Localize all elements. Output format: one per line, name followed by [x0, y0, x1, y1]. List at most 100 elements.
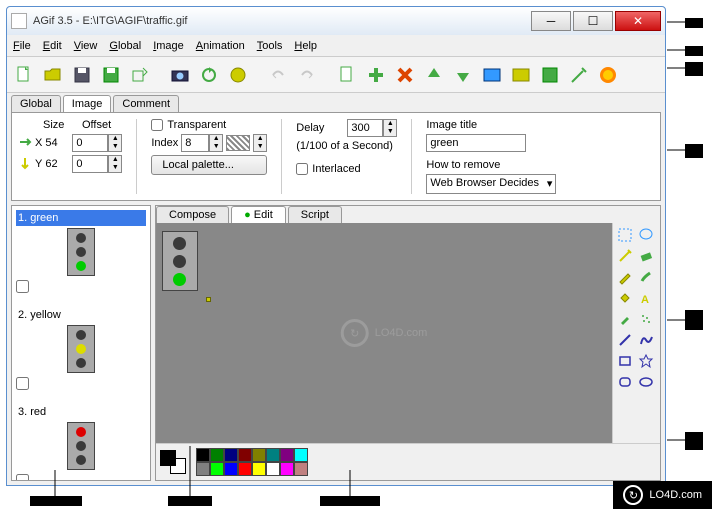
resize-handle[interactable]	[206, 297, 211, 302]
line-tool-icon[interactable]	[615, 330, 635, 350]
tab-compose[interactable]: Compose	[156, 206, 229, 223]
optimize-icon[interactable]	[537, 62, 563, 88]
offset-x-stepper[interactable]: ▲▼	[72, 134, 122, 152]
tab-edit[interactable]: ● Edit	[231, 206, 286, 223]
color-swatch[interactable]	[210, 462, 224, 476]
undo-icon[interactable]	[265, 62, 291, 88]
preview-icon[interactable]	[479, 62, 505, 88]
color-swatch[interactable]	[252, 448, 266, 462]
save-icon[interactable]	[69, 62, 95, 88]
frame-checkbox[interactable]	[16, 377, 29, 390]
brush-tool-icon[interactable]	[636, 267, 656, 287]
camera-icon[interactable]	[167, 62, 193, 88]
browser-icon[interactable]	[508, 62, 534, 88]
color-swatch[interactable]	[252, 462, 266, 476]
wizard-icon[interactable]	[566, 62, 592, 88]
offset-y-stepper[interactable]: ▲▼	[72, 155, 122, 173]
transparent-checkbox[interactable]	[151, 119, 163, 131]
move-down-icon[interactable]	[450, 62, 476, 88]
save-as-icon[interactable]	[98, 62, 124, 88]
eraser-tool-icon[interactable]	[636, 246, 656, 266]
color-swatch[interactable]	[266, 462, 280, 476]
frame-thumb	[67, 228, 95, 276]
frame-thumb	[67, 422, 95, 470]
color-swatch[interactable]	[196, 448, 210, 462]
y-value: 62	[45, 158, 69, 170]
tab-image[interactable]: Image	[63, 95, 112, 112]
canvas-sprite[interactable]	[162, 229, 198, 293]
move-up-icon[interactable]	[421, 62, 447, 88]
index-stepper[interactable]: ▲▼	[181, 134, 223, 152]
pattern-preview[interactable]	[226, 135, 250, 151]
menu-help[interactable]: Help	[294, 40, 317, 52]
delete-icon[interactable]	[392, 62, 418, 88]
color-swatch[interactable]	[266, 448, 280, 462]
color-swatch[interactable]	[294, 462, 308, 476]
curve-tool-icon[interactable]	[636, 330, 656, 350]
fg-bg-swatch[interactable]	[160, 450, 188, 474]
frame-item-3[interactable]: 3. red	[14, 402, 148, 481]
svg-text:A: A	[641, 294, 649, 306]
local-palette-button[interactable]: Local palette...	[151, 155, 267, 175]
frame-checkbox[interactable]	[16, 280, 29, 293]
add-icon[interactable]	[363, 62, 389, 88]
color-swatch[interactable]	[294, 448, 308, 462]
frame-item-1[interactable]: 1. green	[14, 208, 148, 305]
canvas[interactable]: ↻LO4D.com	[156, 223, 612, 443]
export-icon[interactable]	[127, 62, 153, 88]
dropper-tool-icon[interactable]	[615, 309, 635, 329]
delay-label: Delay	[296, 122, 324, 134]
delay-stepper[interactable]: ▲▼	[347, 119, 397, 137]
menu-file[interactable]: File	[13, 40, 31, 52]
wand-tool-icon[interactable]	[615, 246, 635, 266]
star-tool-icon[interactable]	[636, 351, 656, 371]
color-swatch[interactable]	[224, 462, 238, 476]
image-title-input[interactable]	[426, 134, 526, 152]
lasso-tool-icon[interactable]	[636, 225, 656, 245]
frame-list[interactable]: 1. green 2. yellow 3. red	[11, 205, 151, 481]
interlaced-checkbox[interactable]	[296, 163, 308, 175]
color-swatch[interactable]	[196, 462, 210, 476]
menu-view[interactable]: View	[74, 40, 98, 52]
color-swatch[interactable]	[238, 448, 252, 462]
redo-icon[interactable]	[294, 62, 320, 88]
menu-image[interactable]: Image	[153, 40, 184, 52]
how-to-remove-select[interactable]: Web Browser Decides ▾	[426, 174, 556, 194]
offset-label: Offset	[82, 119, 111, 131]
maximize-button[interactable]: ☐	[573, 11, 613, 31]
color-swatch[interactable]	[224, 448, 238, 462]
index-label: Index	[151, 137, 178, 149]
frame-checkbox[interactable]	[16, 474, 29, 481]
menu-tools[interactable]: Tools	[257, 40, 283, 52]
close-button[interactable]: ✕	[615, 11, 661, 31]
y-label: Y	[35, 158, 42, 170]
text-tool-icon[interactable]: A	[636, 288, 656, 308]
spray-tool-icon[interactable]	[636, 309, 656, 329]
editor-tabs: Compose ● Edit Script	[156, 206, 660, 223]
roundrect-tool-icon[interactable]	[615, 372, 635, 392]
menu-edit[interactable]: Edit	[43, 40, 62, 52]
new-frame-icon[interactable]	[334, 62, 360, 88]
pencil-tool-icon[interactable]	[615, 267, 635, 287]
ellipse-tool-icon[interactable]	[636, 372, 656, 392]
reload-icon[interactable]	[196, 62, 222, 88]
color-palette	[156, 443, 660, 480]
color-swatch[interactable]	[280, 462, 294, 476]
color-swatch[interactable]	[280, 448, 294, 462]
tab-script[interactable]: Script	[288, 206, 342, 223]
play-icon[interactable]	[595, 62, 621, 88]
color-swatch[interactable]	[210, 448, 224, 462]
frame-item-2[interactable]: 2. yellow	[14, 305, 148, 402]
tab-comment[interactable]: Comment	[113, 95, 179, 112]
select-tool-icon[interactable]	[615, 225, 635, 245]
tab-global[interactable]: Global	[11, 95, 61, 112]
rect-tool-icon[interactable]	[615, 351, 635, 371]
menu-global[interactable]: Global	[109, 40, 141, 52]
menu-animation[interactable]: Animation	[196, 40, 245, 52]
color-swatch[interactable]	[238, 462, 252, 476]
minimize-button[interactable]: ─	[531, 11, 571, 31]
color-reduce-icon[interactable]	[225, 62, 251, 88]
fill-tool-icon[interactable]	[615, 288, 635, 308]
open-file-icon[interactable]	[40, 62, 66, 88]
new-file-icon[interactable]	[11, 62, 37, 88]
